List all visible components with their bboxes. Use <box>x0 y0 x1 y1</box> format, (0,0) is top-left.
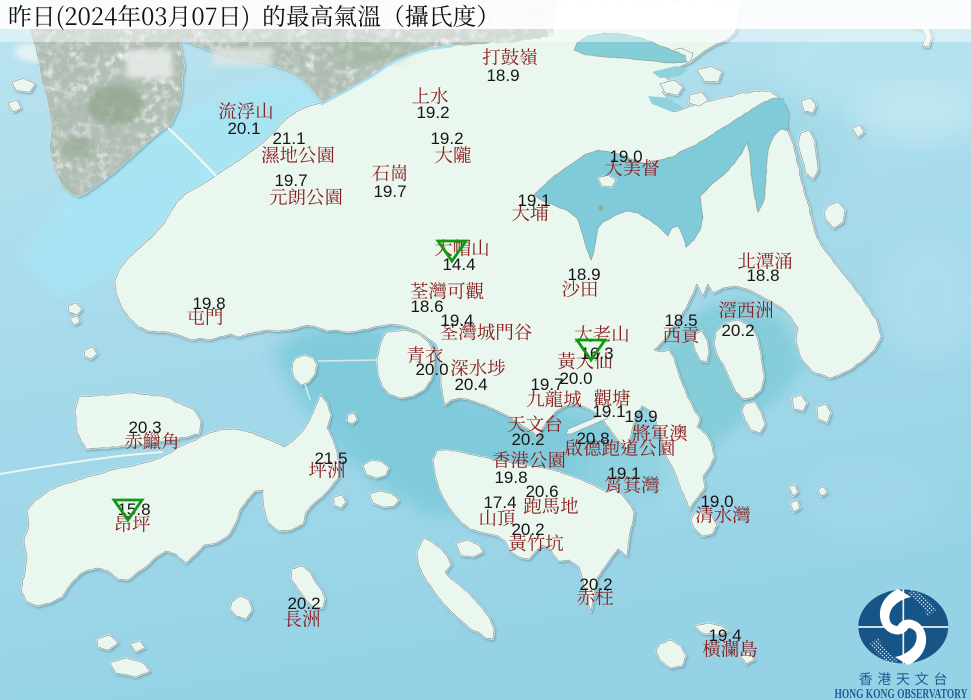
svg-text:20.2: 20.2 <box>721 321 754 340</box>
svg-text:18.9: 18.9 <box>567 265 600 284</box>
svg-text:19.0: 19.0 <box>609 147 642 166</box>
svg-text:21.5: 21.5 <box>314 449 347 468</box>
svg-text:21.1: 21.1 <box>272 129 305 148</box>
svg-text:19.1: 19.1 <box>517 191 550 210</box>
svg-text:19.2: 19.2 <box>416 103 449 122</box>
svg-text:20.3: 20.3 <box>128 418 161 437</box>
svg-text:20.8: 20.8 <box>576 429 609 448</box>
svg-text:19.0: 19.0 <box>700 492 733 511</box>
svg-text:19.7: 19.7 <box>274 171 307 190</box>
svg-text:19.4: 19.4 <box>440 311 473 330</box>
svg-text:14.4: 14.4 <box>442 255 475 274</box>
svg-text:19.7: 19.7 <box>373 182 406 201</box>
svg-text:19.8: 19.8 <box>192 294 225 313</box>
svg-text:19.9: 19.9 <box>624 407 657 426</box>
svg-text:20.1: 20.1 <box>227 119 260 138</box>
svg-text:17.4: 17.4 <box>483 493 516 512</box>
svg-text:19.1: 19.1 <box>607 464 640 483</box>
svg-text:19.2: 19.2 <box>430 129 463 148</box>
svg-text:18.9: 18.9 <box>486 66 519 85</box>
svg-text:18.6: 18.6 <box>410 297 443 316</box>
svg-text:19.4: 19.4 <box>708 626 741 645</box>
svg-text:19.7: 19.7 <box>530 375 563 394</box>
svg-text:18.8: 18.8 <box>746 266 779 285</box>
svg-text:19.1: 19.1 <box>592 402 625 421</box>
svg-text:20.6: 20.6 <box>525 482 558 501</box>
svg-text:HONG KONG OBSERVATORY: HONG KONG OBSERVATORY <box>835 686 968 700</box>
svg-text:20.2: 20.2 <box>511 520 544 539</box>
svg-text:20.0: 20.0 <box>559 369 592 388</box>
svg-text:18.5: 18.5 <box>664 311 697 330</box>
svg-text:20.4: 20.4 <box>454 375 487 394</box>
svg-text:20.2: 20.2 <box>511 430 544 449</box>
svg-text:20.2: 20.2 <box>579 575 612 594</box>
svg-text:19.8: 19.8 <box>494 468 527 487</box>
svg-text:20.2: 20.2 <box>287 594 320 613</box>
svg-text:20.0: 20.0 <box>415 360 448 379</box>
